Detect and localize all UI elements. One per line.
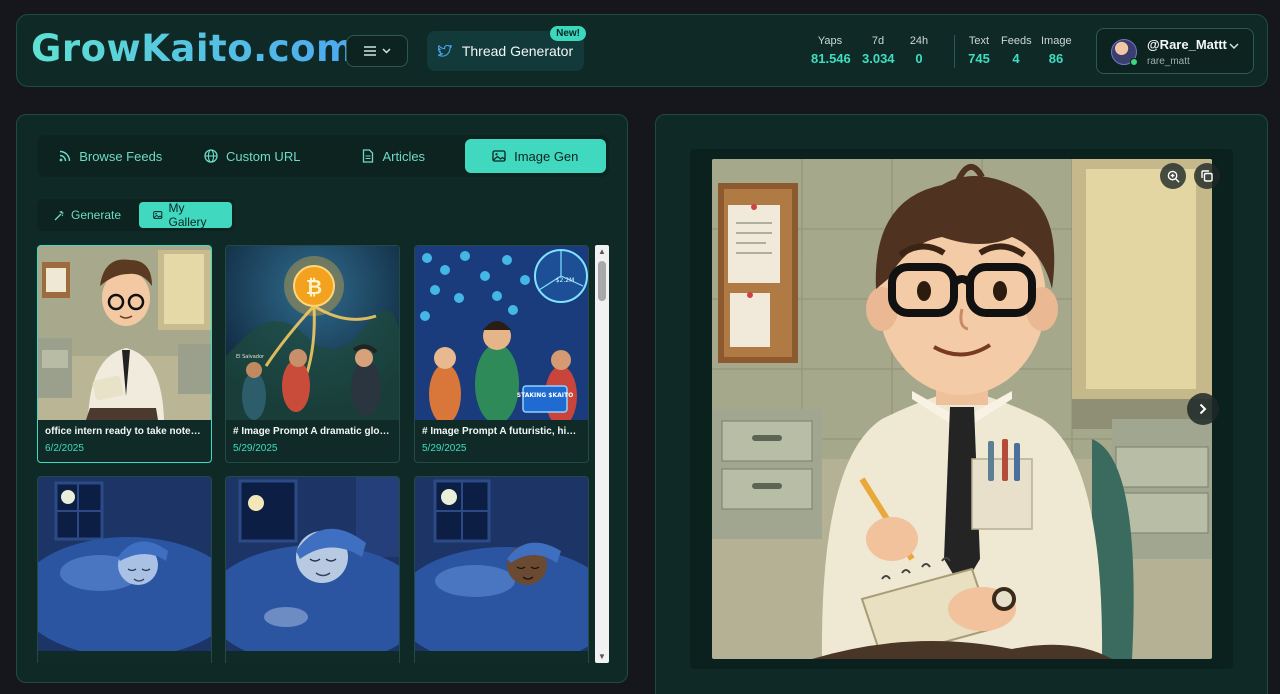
subtab-my-gallery[interactable]: My Gallery	[139, 201, 232, 229]
scroll-down-icon[interactable]: ▼	[598, 652, 606, 661]
stat-7d: 7d 3.034	[862, 35, 895, 66]
scrollbar-thumb[interactable]	[598, 261, 606, 301]
gallery-scrollbar[interactable]: ▲ ▼	[595, 245, 609, 663]
stat-label: Text	[968, 35, 990, 47]
rss-icon	[59, 150, 71, 162]
scroll-up-icon[interactable]: ▲	[598, 247, 606, 256]
stat-24h: 24h 0	[907, 35, 931, 66]
gallery-date: 5/29/2025	[233, 443, 278, 454]
gallery-grid: office intern ready to take notes, ... 6…	[37, 245, 589, 663]
next-image-button[interactable]	[1187, 393, 1219, 425]
gallery-card[interactable]	[37, 476, 212, 663]
hamburger-icon	[363, 46, 376, 56]
user-menu-button[interactable]: @Rare_Mattt rare_matt	[1096, 28, 1254, 74]
tab-image-gen[interactable]: Image Gen	[464, 139, 606, 173]
chevron-right-icon	[1199, 403, 1207, 415]
gallery-thumbnail	[38, 246, 211, 420]
tab-label: Custom URL	[226, 148, 301, 164]
gallery-thumbnail	[226, 477, 399, 651]
gallery-caption: # Image Prompt A dramatic globa...	[233, 426, 393, 437]
new-badge: New!	[550, 26, 586, 41]
gallery-card[interactable]	[414, 476, 589, 663]
stat-label: Yaps	[817, 35, 843, 47]
gallery-thumbnail	[415, 477, 588, 651]
gallery-date: 5/29/2025	[422, 443, 467, 454]
stats-divider	[954, 35, 955, 68]
document-icon	[363, 149, 374, 163]
stat-text: Text 745	[967, 35, 991, 66]
staking-banner: STAKING $KAITO	[517, 392, 573, 399]
gallery-card[interactable]	[225, 476, 400, 663]
stat-yaps: Yaps 81.546	[811, 35, 851, 66]
content-stats: Text 745 Feeds 4 Image 86	[967, 35, 1071, 66]
chevron-down-icon	[1229, 43, 1239, 49]
tab-label: Browse Feeds	[79, 148, 163, 164]
gallery-card[interactable]: office intern ready to take notes, ... 6…	[37, 245, 212, 463]
tab-label: Image Gen	[514, 148, 579, 164]
gallery-thumbnail: ₿ El Salvador	[226, 246, 399, 420]
tab-label: Articles	[382, 148, 426, 164]
subtab-generate[interactable]: Generate	[40, 202, 135, 228]
online-status-dot	[1130, 58, 1138, 66]
stat-image: Image 86	[1041, 35, 1072, 66]
stat-label: 7d	[871, 35, 885, 47]
main-tabs: Browse Feeds Custom URL Articles Image G…	[37, 135, 609, 177]
chevron-down-icon	[381, 48, 391, 54]
stat-value: 4	[1012, 51, 1020, 66]
stat-overlay-label: $2.2M	[556, 277, 575, 284]
stat-label: 24h	[909, 35, 929, 47]
globe-icon	[204, 149, 218, 163]
thread-generator-label: Thread Generator	[461, 43, 574, 59]
stat-label: Feeds	[1001, 35, 1032, 47]
gallery-date: 6/2/2025	[45, 443, 84, 454]
gallery-thumbnail: $2.2M STAKING $KAITO	[415, 246, 588, 420]
gallery-card[interactable]: ₿ El Salvador # Image Prompt A dramatic …	[225, 245, 400, 463]
user-name: @Rare_Mattt	[1147, 37, 1227, 52]
image-viewer	[690, 149, 1233, 669]
twitter-icon	[437, 45, 452, 57]
svg-text:₿: ₿	[306, 275, 322, 299]
tab-browse-feeds[interactable]: Browse Feeds	[40, 139, 182, 173]
subtab-label: Generate	[71, 208, 122, 222]
tab-custom-url[interactable]: Custom URL	[182, 139, 324, 173]
region-label: El Salvador	[236, 354, 265, 360]
copy-button[interactable]	[1194, 163, 1220, 189]
wand-icon	[54, 210, 64, 220]
menu-dropdown-button[interactable]	[346, 35, 408, 67]
gallery-card[interactable]: $2.2M STAKING $KAITO # Image Prompt A fu…	[414, 245, 589, 463]
top-header: GrowKaito.com Thread Generator New! Yaps…	[16, 14, 1268, 87]
stat-value: 81.546	[811, 51, 851, 66]
stat-value: 86	[1048, 51, 1064, 66]
tab-articles[interactable]: Articles	[323, 139, 465, 173]
image-icon	[492, 150, 506, 162]
stat-value: 0	[915, 51, 923, 66]
yaps-stats: Yaps 81.546 7d 3.034 24h 0	[811, 35, 931, 66]
gallery-thumbnail	[38, 477, 211, 651]
preview-image[interactable]	[712, 159, 1212, 659]
thread-generator-button[interactable]: Thread Generator New!	[427, 26, 586, 71]
site-logo[interactable]: GrowKaito.com	[31, 27, 355, 70]
gallery-caption: # Image Prompt A futuristic, high-...	[422, 426, 582, 437]
stat-feeds: Feeds 4	[1001, 35, 1032, 66]
copy-icon	[1201, 170, 1213, 182]
image-gen-subtabs: Generate My Gallery	[37, 199, 235, 231]
subtab-label: My Gallery	[168, 201, 207, 229]
image-icon	[153, 211, 163, 219]
image-preview-panel	[655, 114, 1268, 694]
stat-value: 745	[968, 51, 990, 66]
image-gen-panel: Browse Feeds Custom URL Articles Image G…	[16, 114, 628, 683]
user-handle: rare_matt	[1147, 56, 1190, 67]
gallery-caption: office intern ready to take notes, ...	[45, 426, 205, 437]
stat-value: 3.034	[862, 51, 895, 66]
zoom-in-button[interactable]	[1160, 163, 1186, 189]
stat-label: Image	[1041, 35, 1072, 47]
zoom-in-icon	[1167, 170, 1180, 183]
